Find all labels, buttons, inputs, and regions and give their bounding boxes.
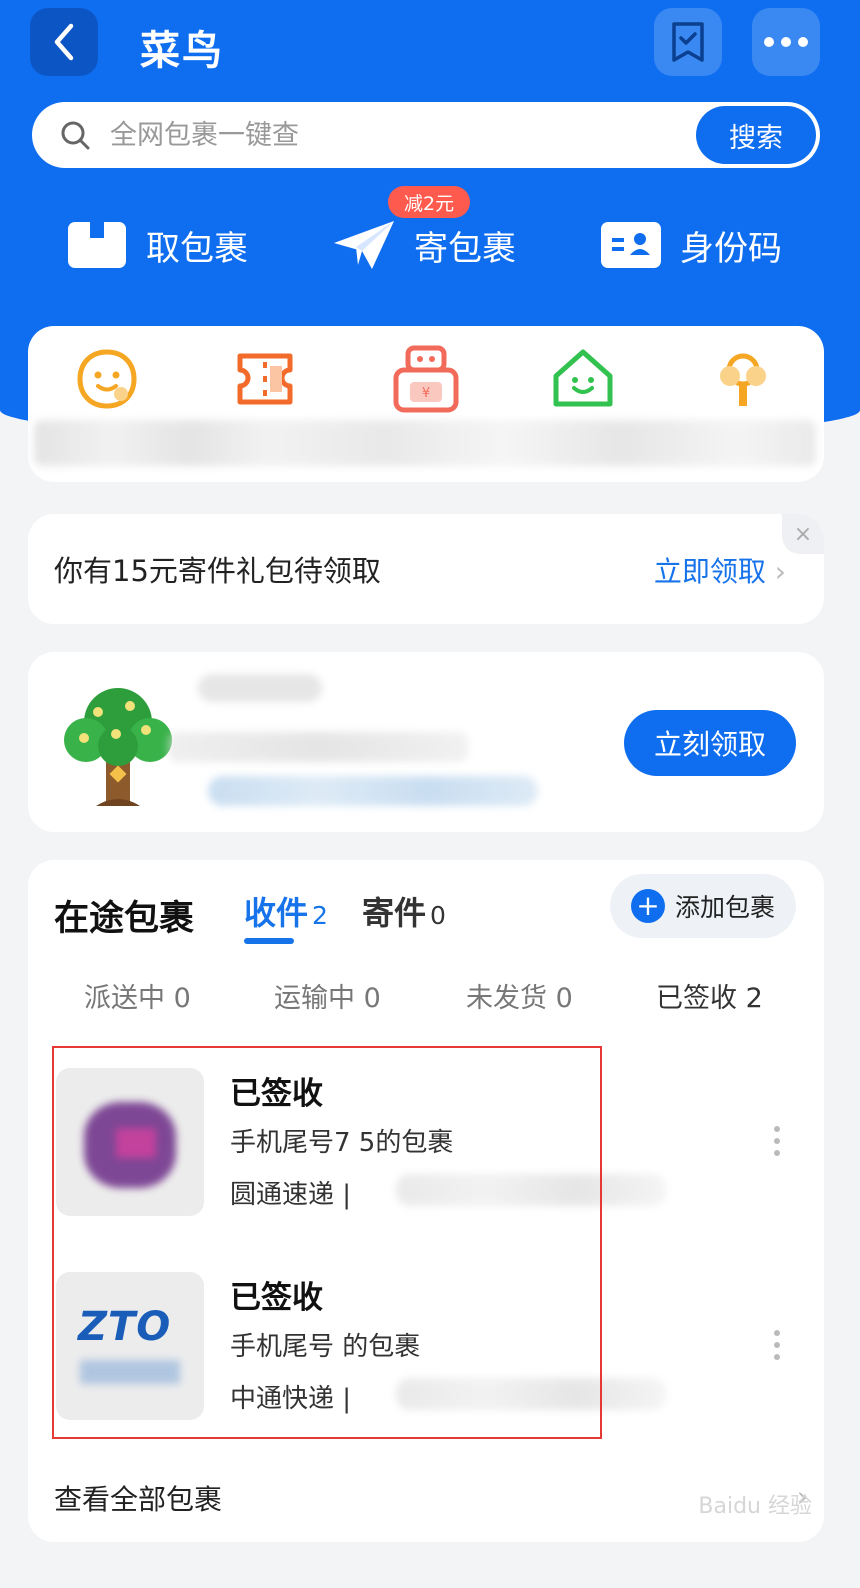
back-button[interactable] — [30, 8, 98, 76]
services-labels-blurred — [34, 420, 816, 466]
tab-active-indicator — [244, 938, 294, 944]
quick-action-send[interactable]: 寄包裹 — [332, 208, 516, 282]
more-vertical-icon[interactable] — [774, 1126, 780, 1162]
chevron-right-icon: › — [774, 555, 786, 588]
status-tab-not-shipped[interactable]: 未发货 0 — [466, 976, 573, 1015]
search-icon — [61, 121, 90, 150]
highlight-box — [52, 1046, 602, 1439]
tab-receive-count: 2 — [312, 901, 328, 930]
bookmark-check-icon — [672, 22, 704, 62]
watermark: Baidu 经验 — [698, 1494, 812, 1519]
tab-receive[interactable]: 收件 2 — [244, 888, 328, 934]
reward-subtitle-blurred — [168, 732, 468, 762]
wallet-icon[interactable]: ¥ — [390, 344, 462, 416]
search-input[interactable] — [110, 102, 670, 168]
smiley-icon[interactable] — [74, 346, 140, 412]
bookmark-button[interactable] — [654, 8, 722, 76]
promo-claim-link[interactable]: 立即领取 › — [654, 550, 786, 590]
status-tab-signed[interactable]: 已签收 2 — [656, 976, 763, 1015]
package-icon — [68, 222, 126, 268]
packages-title: 在途包裹 — [54, 899, 195, 939]
quick-action-label: 寄包裹 — [414, 228, 516, 269]
tab-send[interactable]: 寄件 0 — [362, 888, 446, 934]
view-all-packages-link[interactable]: 查看全部包裹 — [54, 1478, 222, 1518]
services-card: ¥ — [28, 326, 824, 482]
tab-send-count: 0 — [430, 901, 446, 930]
add-package-button[interactable]: + 添加包裹 — [610, 874, 796, 938]
tab-send-label: 寄件 — [362, 894, 427, 932]
reward-progress-blurred — [208, 776, 538, 806]
close-icon[interactable]: × — [782, 514, 824, 554]
more-vertical-icon[interactable] — [774, 1330, 780, 1366]
more-dots-icon — [764, 37, 808, 47]
house-icon[interactable] — [550, 346, 616, 412]
search-button[interactable]: 搜索 — [696, 106, 816, 164]
quick-action-label: 取包裹 — [146, 228, 248, 269]
search-bar: 搜索 — [32, 102, 820, 168]
tree-icon[interactable] — [710, 346, 776, 412]
paper-plane-icon — [334, 221, 394, 269]
money-tree-icon — [64, 688, 172, 806]
id-card-icon — [601, 222, 661, 268]
chevron-left-icon — [54, 23, 74, 61]
quick-action-label: 身份码 — [680, 228, 782, 269]
status-tab-in-transit[interactable]: 运输中 0 — [274, 976, 381, 1015]
promo-text: 你有15元寄件礼包待领取 — [54, 554, 381, 588]
plus-icon: + — [630, 889, 665, 923]
promo-card: 你有15元寄件礼包待领取 立即领取 › × — [28, 514, 824, 624]
svg-text:¥: ¥ — [422, 386, 430, 401]
ticket-icon[interactable] — [232, 346, 298, 412]
tab-receive-label: 收件 — [244, 894, 309, 932]
claim-reward-button[interactable]: 立刻领取 — [624, 710, 796, 776]
add-package-label: 添加包裹 — [674, 893, 775, 922]
promo-claim-label: 立即领取 — [653, 555, 766, 588]
quick-action-pickup[interactable]: 取包裹 — [66, 208, 248, 282]
status-tab-delivering[interactable]: 派送中 0 — [84, 976, 191, 1015]
page-title: 菜鸟 — [140, 28, 224, 74]
reward-title-blurred — [198, 674, 322, 702]
reward-card: 立刻领取 — [28, 652, 824, 832]
quick-action-id-code[interactable]: 身份码 — [600, 208, 782, 282]
more-button[interactable] — [752, 8, 820, 76]
